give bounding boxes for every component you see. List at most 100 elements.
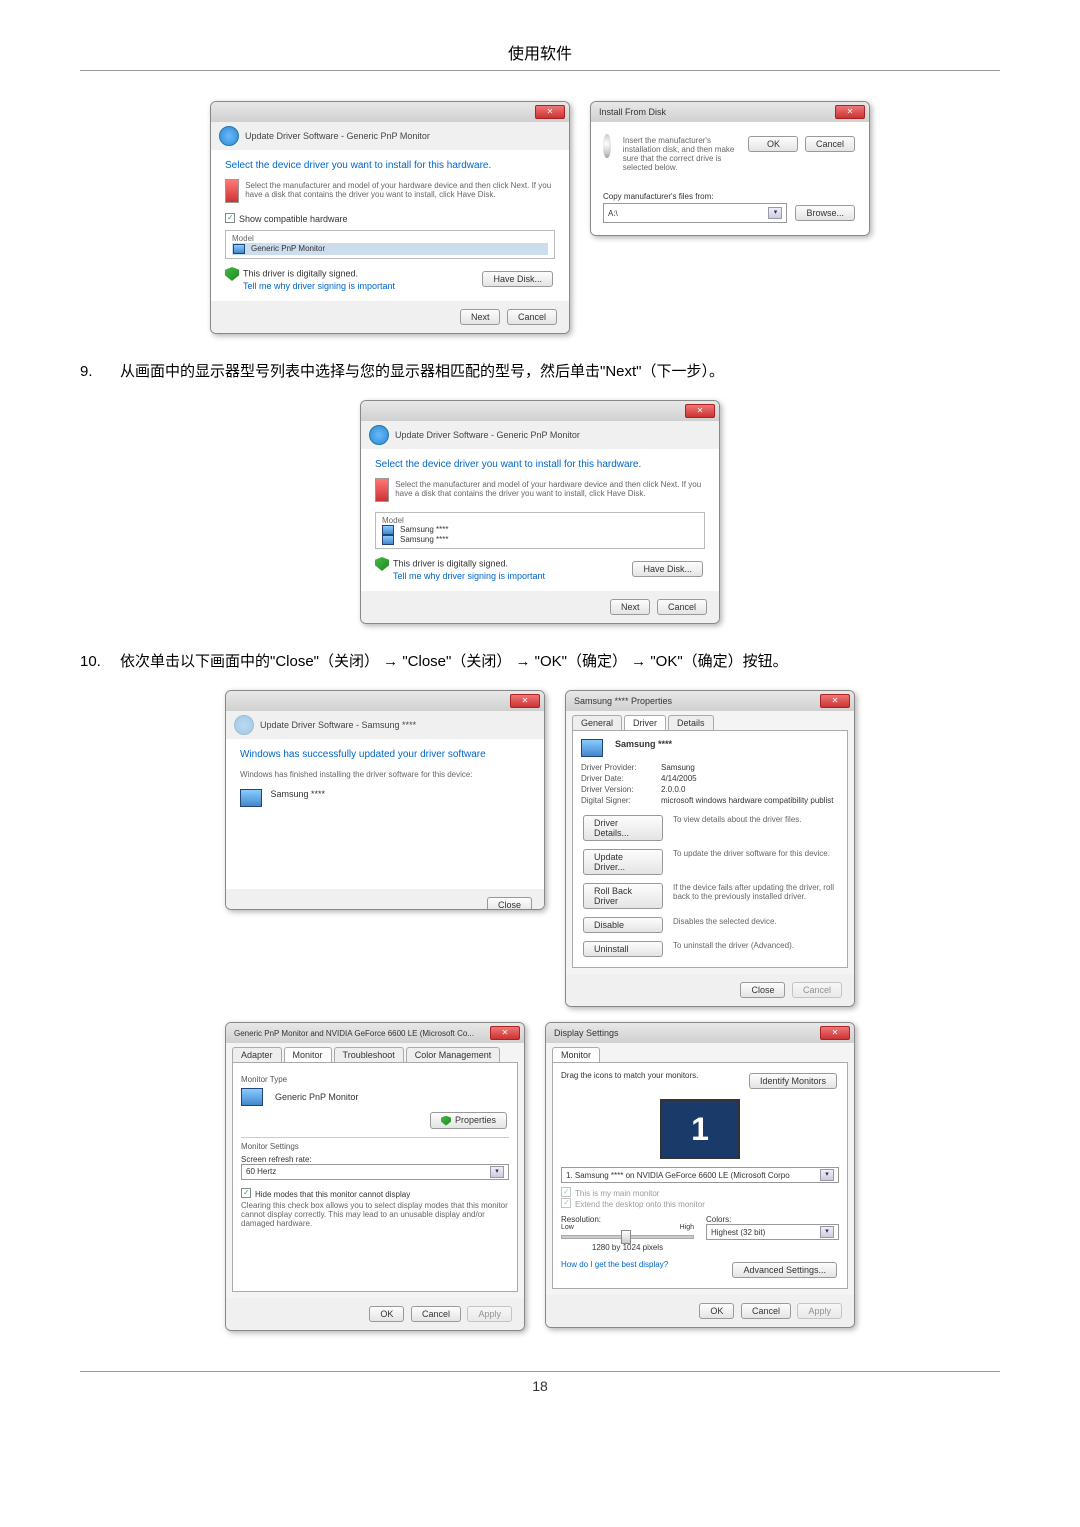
browse-button[interactable]: Browse... — [795, 205, 855, 221]
driver-details-button[interactable]: Driver Details... — [583, 815, 663, 841]
apply-button[interactable]: Apply — [797, 1303, 842, 1319]
heading: Select the device driver you want to ins… — [375, 459, 705, 470]
cancel-button[interactable]: Cancel — [805, 136, 855, 152]
signed-text: This driver is digitally signed. — [393, 558, 508, 568]
close-button[interactable]: Close — [740, 982, 785, 998]
properties-button[interactable]: Properties — [430, 1112, 507, 1129]
copy-from-label: Copy manufacturer's files from: — [603, 192, 857, 201]
signed-text: This driver is digitally signed. — [243, 268, 358, 278]
dialog-title: Samsung **** Properties — [574, 696, 672, 706]
advanced-button[interactable]: Advanced Settings... — [732, 1262, 837, 1278]
model-listbox[interactable]: Model Samsung **** Samsung **** — [375, 512, 705, 549]
tab-monitor[interactable]: Monitor — [552, 1047, 600, 1062]
cancel-button[interactable]: Cancel — [411, 1306, 461, 1322]
tab-driver[interactable]: Driver — [624, 715, 666, 730]
close-icon[interactable]: ✕ — [835, 105, 865, 119]
update-driver-dialog-1: ✕ Update Driver Software - Generic PnP M… — [210, 101, 570, 334]
signing-link[interactable]: Tell me why driver signing is important — [393, 571, 545, 581]
extend-checkbox — [561, 1198, 571, 1208]
tab-details[interactable]: Details — [668, 715, 714, 730]
back-icon — [234, 715, 254, 735]
rollback-button[interactable]: Roll Back Driver — [583, 883, 663, 909]
page-number: 18 — [80, 1378, 1000, 1394]
close-icon[interactable]: ✕ — [535, 105, 565, 119]
dialog-title: Generic PnP Monitor and NVIDIA GeForce 6… — [234, 1029, 474, 1038]
refresh-rate-label: Screen refresh rate: — [241, 1155, 509, 1164]
monitor-icon — [382, 525, 394, 535]
close-icon[interactable]: ✕ — [510, 694, 540, 708]
model-listbox[interactable]: Model Generic PnP Monitor — [225, 230, 555, 259]
back-icon[interactable] — [219, 126, 239, 146]
properties-dialog: Samsung **** Properties ✕ General Driver… — [565, 690, 855, 1007]
monitor-icon — [241, 1088, 263, 1106]
description: Select the manufacturer and model of you… — [395, 480, 705, 502]
resolution-value: 1280 by 1024 pixels — [561, 1243, 694, 1252]
cancel-button[interactable]: Cancel — [507, 309, 557, 325]
dialog-title: Install From Disk — [599, 107, 666, 117]
monitor-preview[interactable]: 1 — [660, 1099, 740, 1159]
best-display-link[interactable]: How do I get the best display? — [561, 1260, 668, 1280]
monitor-settings-label: Monitor Settings — [241, 1137, 509, 1151]
extend-label: Extend the desktop onto this monitor — [575, 1200, 705, 1209]
close-icon[interactable]: ✕ — [490, 1026, 520, 1040]
colors-select[interactable]: Highest (32 bit)▾ — [706, 1224, 839, 1240]
have-disk-button[interactable]: Have Disk... — [482, 271, 553, 287]
device-icon — [375, 478, 389, 502]
monitor-type-label: Monitor Type — [241, 1071, 509, 1084]
device-name: Samsung **** — [271, 789, 326, 799]
disable-button[interactable]: Disable — [583, 917, 663, 933]
hide-modes-label: Hide modes that this monitor cannot disp… — [255, 1190, 410, 1199]
refresh-rate-select[interactable]: 60 Hertz▾ — [241, 1164, 509, 1180]
apply-button[interactable]: Apply — [467, 1306, 512, 1322]
page-header: 使用软件 — [80, 40, 1000, 71]
resolution-slider[interactable] — [561, 1235, 694, 1239]
device-name: Samsung **** — [615, 739, 672, 757]
update-driver-button[interactable]: Update Driver... — [583, 849, 663, 875]
uninstall-button[interactable]: Uninstall — [583, 941, 663, 957]
close-icon[interactable]: ✕ — [820, 694, 850, 708]
monitor-type-value: Generic PnP Monitor — [275, 1092, 358, 1102]
tab-monitor[interactable]: Monitor — [284, 1047, 332, 1062]
breadcrumb: Update Driver Software - Generic PnP Mon… — [211, 122, 569, 150]
main-monitor-label: This is my main monitor — [575, 1189, 659, 1198]
success-desc: Windows has finished installing the driv… — [240, 770, 530, 779]
install-msg: Insert the manufacturer's installation d… — [623, 136, 739, 172]
chevron-down-icon: ▾ — [820, 1169, 834, 1181]
tab-adapter[interactable]: Adapter — [232, 1047, 282, 1062]
monitor-props-dialog: Generic PnP Monitor and NVIDIA GeForce 6… — [225, 1022, 525, 1331]
identify-button[interactable]: Identify Monitors — [749, 1073, 837, 1089]
step-10: 10. 依次单击以下画面中的"Close"（关闭） → "Close"（关闭） … — [80, 648, 1000, 675]
have-disk-button[interactable]: Have Disk... — [632, 561, 703, 577]
disc-icon — [603, 134, 611, 158]
chevron-down-icon: ▾ — [490, 1166, 504, 1178]
next-button[interactable]: Next — [610, 599, 651, 615]
device-icon — [225, 179, 239, 203]
cancel-button[interactable]: Cancel — [741, 1303, 791, 1319]
next-button[interactable]: Next — [460, 309, 501, 325]
heading: Windows has successfully updated your dr… — [240, 749, 530, 760]
signing-link[interactable]: Tell me why driver signing is important — [243, 281, 395, 291]
drive-select[interactable]: A:\▾ — [603, 203, 787, 223]
main-monitor-checkbox — [561, 1187, 571, 1197]
breadcrumb: Update Driver Software - Samsung **** — [226, 711, 544, 739]
cancel-button[interactable]: Cancel — [792, 982, 842, 998]
ok-button[interactable]: OK — [699, 1303, 734, 1319]
tab-troubleshoot[interactable]: Troubleshoot — [334, 1047, 404, 1062]
close-icon[interactable]: ✕ — [685, 404, 715, 418]
tab-general[interactable]: General — [572, 715, 622, 730]
ok-button[interactable]: OK — [748, 136, 798, 152]
success-dialog: ✕ Update Driver Software - Samsung **** … — [225, 690, 545, 910]
ok-button[interactable]: OK — [369, 1306, 404, 1322]
description: Select the manufacturer and model of you… — [245, 181, 555, 203]
hide-modes-desc: Clearing this check box allows you to se… — [241, 1201, 509, 1228]
show-compat-checkbox[interactable] — [225, 213, 235, 223]
update-driver-dialog-2: ✕ Update Driver Software - Generic PnP M… — [360, 400, 720, 624]
monitor-select[interactable]: 1. Samsung **** on NVIDIA GeForce 6600 L… — [561, 1167, 839, 1183]
back-icon[interactable] — [369, 425, 389, 445]
close-button[interactable]: Close — [487, 897, 532, 910]
close-icon[interactable]: ✕ — [820, 1026, 850, 1040]
tab-color[interactable]: Color Management — [406, 1047, 501, 1062]
shield-icon — [225, 267, 239, 281]
cancel-button[interactable]: Cancel — [657, 599, 707, 615]
hide-modes-checkbox[interactable] — [241, 1188, 251, 1198]
